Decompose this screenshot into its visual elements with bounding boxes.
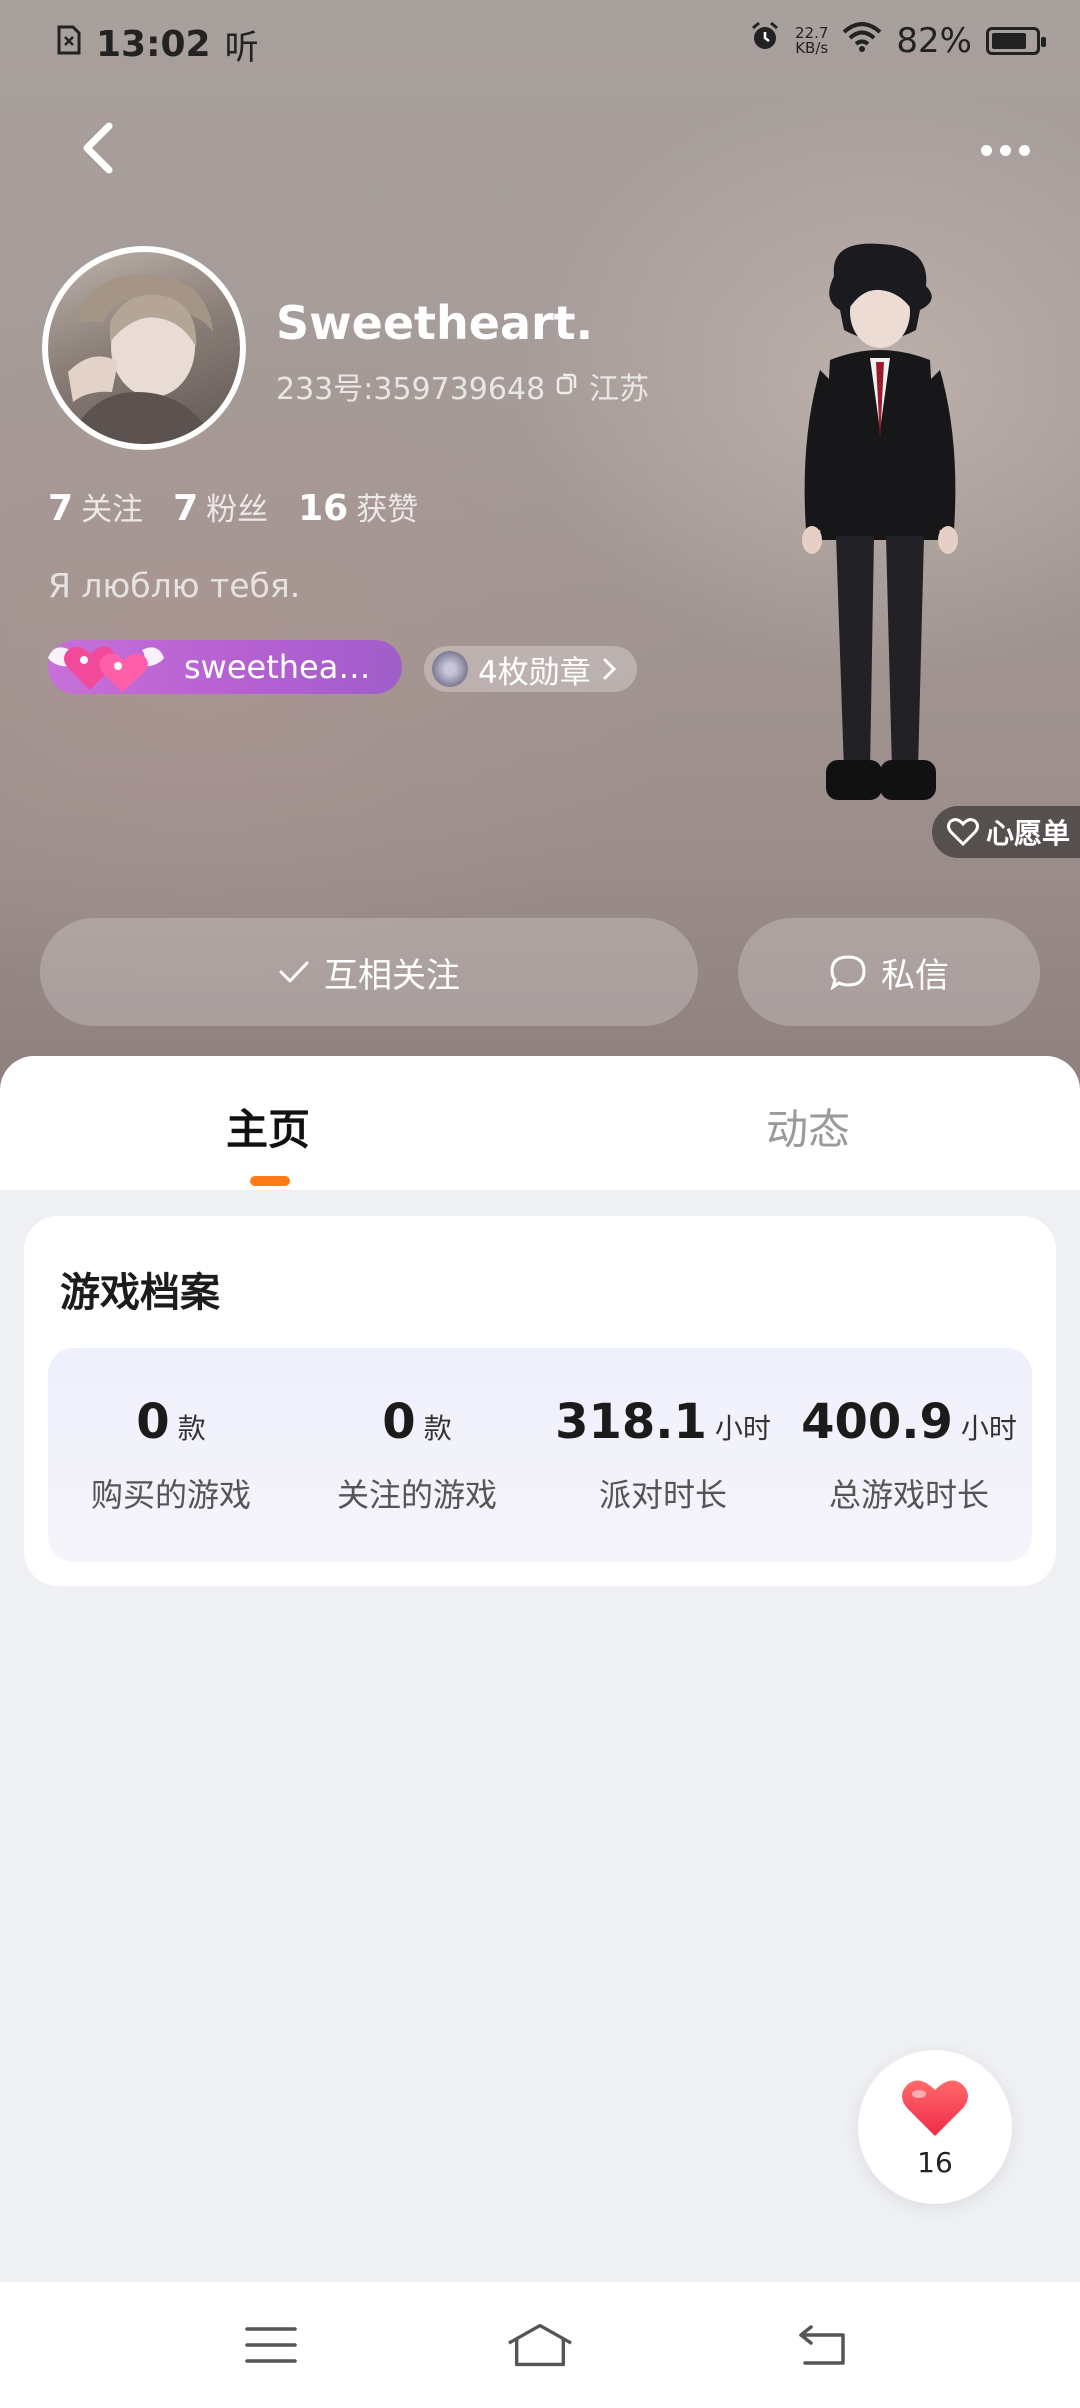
status-bar: 13:02 听 22.7 KB/s 82% <box>0 0 1080 84</box>
stat-following-label: 关注 <box>81 492 144 528</box>
stat-likes-value: 16 <box>298 488 349 529</box>
net-speed-unit: KB/s <box>795 38 829 57</box>
name-badge[interactable]: sweethea… <box>48 640 402 694</box>
wishlist-button[interactable]: 心愿单 <box>932 806 1080 858</box>
game-archive-title: 游戏档案 <box>60 1270 220 1316</box>
heart-icon <box>902 2080 968 2136</box>
medals-label: 4枚勋章 <box>478 654 591 691</box>
username: Sweetheart. <box>276 296 594 350</box>
like-count: 16 <box>917 2145 953 2179</box>
chevron-left-icon <box>83 122 113 174</box>
more-dot-icon <box>999 144 1011 156</box>
stat-followers-label: 粉丝 <box>206 492 269 528</box>
menu-icon <box>245 2327 297 2363</box>
stat-following[interactable]: 7 关注 <box>48 484 143 529</box>
recent-apps-button[interactable] <box>236 2310 306 2380</box>
stat-label: 购买的游戏 <box>90 1476 251 1514</box>
battery-icon <box>986 26 1046 55</box>
location: 江苏 <box>589 372 650 407</box>
chevron-right-icon <box>603 658 616 680</box>
message-button[interactable]: 私信 <box>738 918 1040 1026</box>
tab-home[interactable]: 主页 <box>226 1096 310 1157</box>
more-dot-icon <box>980 144 992 156</box>
tab-bar: 主页 动态 <box>0 1056 1080 1190</box>
medal-icon <box>432 651 468 687</box>
like-button[interactable]: 16 <box>858 2050 1012 2204</box>
system-navigation-bar <box>0 2282 1080 2408</box>
avatar-character-figure[interactable] <box>770 240 990 860</box>
stat-label: 派对时长 <box>598 1476 727 1514</box>
tab-active-indicator <box>250 1176 290 1186</box>
status-right: 22.7 KB/s 82% <box>749 20 1046 61</box>
more-dot-icon <box>1018 144 1030 156</box>
status-left: 13:02 听 <box>56 20 259 69</box>
stat-unit: 款 <box>177 1412 206 1445</box>
wishlist-label: 心愿单 <box>986 817 1071 850</box>
stat-followed-games[interactable]: 0 款 关注的游戏 <box>294 1348 540 1562</box>
sim-icon <box>56 24 82 65</box>
stat-label: 总游戏时长 <box>828 1476 989 1514</box>
mutual-follow-label: 互相关注 <box>324 955 460 996</box>
copy-icon[interactable] <box>555 369 579 404</box>
winged-hearts-icon <box>48 646 164 692</box>
status-extra: 听 <box>224 28 259 68</box>
back-nav-button[interactable] <box>788 2310 858 2380</box>
stat-party-time[interactable]: 318.1 小时 派对时长 <box>540 1348 786 1562</box>
alarm-icon <box>749 20 781 61</box>
bio: Я люблю тебя. <box>48 566 301 605</box>
game-archive-stats: 0 款 购买的游戏 0 款 关注的游戏 318.1 小时 派对时长 400.9 … <box>48 1348 1032 1562</box>
stat-followers[interactable]: 7 粉丝 <box>173 484 268 529</box>
stat-total-play-time[interactable]: 400.9 小时 总游戏时长 <box>786 1348 1032 1562</box>
return-icon <box>799 2325 845 2365</box>
user-id-row: 233号:359739648 江苏 <box>276 364 649 408</box>
back-button[interactable] <box>70 120 126 176</box>
stat-likes-label: 获赞 <box>356 492 419 528</box>
check-icon <box>279 961 309 983</box>
stat-unit: 款 <box>423 1412 452 1445</box>
stat-label: 关注的游戏 <box>336 1476 497 1514</box>
avatar-illustration <box>68 273 218 444</box>
stat-unit: 小时 <box>960 1412 1017 1445</box>
stat-following-value: 7 <box>48 488 74 529</box>
avatar[interactable] <box>42 246 246 450</box>
game-archive-card: 游戏档案 0 款 购买的游戏 0 款 关注的游戏 318.1 小时 派对时长 4… <box>24 1216 1056 1586</box>
profile-stats: 7 关注 7 粉丝 16 获赞 <box>48 484 418 529</box>
stat-purchased-games[interactable]: 0 款 购买的游戏 <box>48 1348 294 1562</box>
mutual-follow-button[interactable]: 互相关注 <box>40 918 698 1026</box>
home-button[interactable] <box>505 2310 575 2380</box>
stat-followers-value: 7 <box>173 488 199 529</box>
profile-page: 13:02 听 22.7 KB/s 82% Sweetheart. 233号:3… <box>0 0 1080 2408</box>
stat-unit: 小时 <box>714 1412 771 1445</box>
more-options-button[interactable] <box>970 130 1040 170</box>
medals-button[interactable]: 4枚勋章 <box>424 646 637 692</box>
stat-value: 318.1 <box>555 1394 707 1450</box>
wifi-icon <box>842 21 882 61</box>
stat-value: 0 <box>136 1394 170 1450</box>
stat-value: 400.9 <box>801 1394 953 1450</box>
stat-likes[interactable]: 16 获赞 <box>298 484 418 529</box>
net-speed: 22.7 KB/s <box>795 25 829 57</box>
name-badge-text: sweethea… <box>184 648 371 686</box>
message-label: 私信 <box>881 955 949 996</box>
status-time: 13:02 <box>96 24 211 65</box>
chat-bubble-icon <box>830 955 866 990</box>
stat-value: 0 <box>382 1394 416 1450</box>
tab-feed[interactable]: 动态 <box>766 1096 850 1157</box>
battery-percent: 82% <box>896 20 972 61</box>
user-id: 233号:359739648 <box>276 372 546 407</box>
heart-outline-icon <box>947 818 979 847</box>
home-icon <box>508 2323 572 2367</box>
